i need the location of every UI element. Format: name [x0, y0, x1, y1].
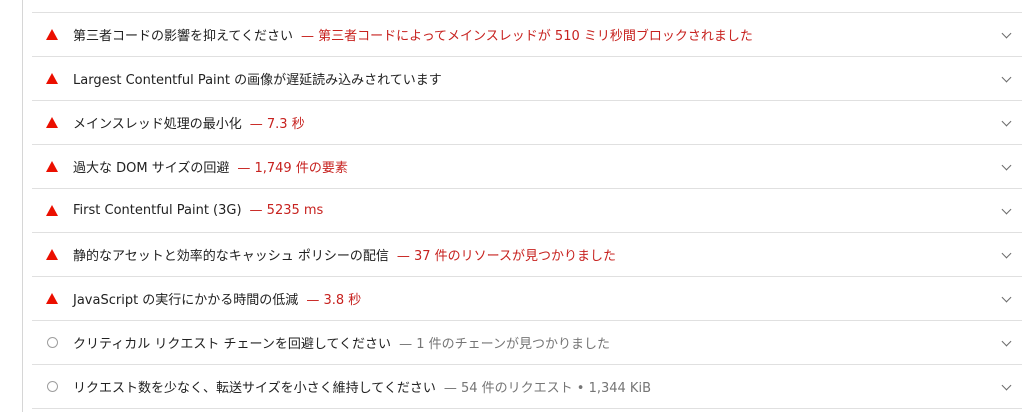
audit-row[interactable]: クリティカル リクエスト チェーンを回避してください — 1 件のチェーンが見つ…: [32, 321, 1022, 365]
audit-display-value: — 54 件のリクエスト • 1,344 KiB: [443, 381, 651, 396]
warning-triangle-icon: [45, 160, 59, 174]
audit-row[interactable]: メインスレッド処理の最小化 — 7.3 秒: [32, 101, 1022, 145]
warning-triangle-icon: [45, 248, 59, 262]
chevron-down-icon[interactable]: [1001, 292, 1012, 302]
audit-display-value: — 5235 ms: [249, 203, 324, 218]
warning-triangle-icon: [45, 292, 59, 306]
audit-title: JavaScript の実行にかかる時間の低減: [73, 293, 299, 308]
audit-display-value: — 1,749 件の要素: [237, 161, 348, 176]
audit-row[interactable]: JavaScript の実行にかかる時間の低減 — 3.8 秒: [32, 277, 1022, 321]
warning-triangle-icon: [45, 116, 59, 130]
audit-row[interactable]: リクエスト数を少なく、転送サイズを小さく維持してください — 54 件のリクエス…: [32, 365, 1022, 409]
chevron-down-icon[interactable]: [1001, 72, 1012, 82]
info-circle-icon: [45, 380, 59, 394]
audit-row[interactable]: 過大な DOM サイズの回避 — 1,749 件の要素: [32, 145, 1022, 189]
left-divider: [22, 0, 23, 412]
chevron-down-icon[interactable]: [1001, 116, 1012, 126]
audit-display-value: — 37 件のリソースが見つかりました: [396, 249, 617, 264]
warning-triangle-icon: [45, 28, 59, 42]
audit-display-value: — 1 件のチェーンが見つかりました: [399, 337, 610, 352]
audit-title: Largest Contentful Paint の画像が遅延読み込みされていま…: [73, 73, 442, 88]
chevron-down-icon[interactable]: [1001, 28, 1012, 38]
audit-display-value: — 7.3 秒: [249, 117, 305, 132]
audit-list: 第三者コードの影響を抑えてください — 第三者コードによってメインスレッドが 5…: [32, 12, 1022, 409]
audit-title: 第三者コードの影響を抑えてください: [73, 29, 293, 44]
chevron-down-icon[interactable]: [1001, 204, 1012, 214]
warning-triangle-icon: [45, 72, 59, 86]
audit-title: 静的なアセットと効率的なキャッシュ ポリシーの配信: [73, 249, 389, 264]
audit-row[interactable]: 静的なアセットと効率的なキャッシュ ポリシーの配信 — 37 件のリソースが見つ…: [32, 233, 1022, 277]
audit-title: クリティカル リクエスト チェーンを回避してください: [73, 337, 392, 352]
audit-display-value: — 第三者コードによってメインスレッドが 510 ミリ秒間ブロックされました: [300, 29, 753, 44]
audit-title: メインスレッド処理の最小化: [73, 117, 242, 132]
audit-row[interactable]: 第三者コードの影響を抑えてください — 第三者コードによってメインスレッドが 5…: [32, 13, 1022, 57]
chevron-down-icon[interactable]: [1001, 160, 1012, 170]
chevron-down-icon[interactable]: [1001, 380, 1012, 390]
audit-title: 過大な DOM サイズの回避: [73, 161, 230, 176]
warning-triangle-icon: [45, 204, 59, 218]
chevron-down-icon[interactable]: [1001, 336, 1012, 346]
audit-title: First Contentful Paint (3G): [73, 203, 242, 218]
audit-row[interactable]: Largest Contentful Paint の画像が遅延読み込みされていま…: [32, 57, 1022, 101]
info-circle-icon: [45, 336, 59, 350]
audit-display-value: — 3.8 秒: [306, 293, 362, 308]
chevron-down-icon[interactable]: [1001, 248, 1012, 258]
audit-row[interactable]: First Contentful Paint (3G) — 5235 ms: [32, 189, 1022, 233]
audit-title: リクエスト数を少なく、転送サイズを小さく維持してください: [73, 381, 436, 396]
